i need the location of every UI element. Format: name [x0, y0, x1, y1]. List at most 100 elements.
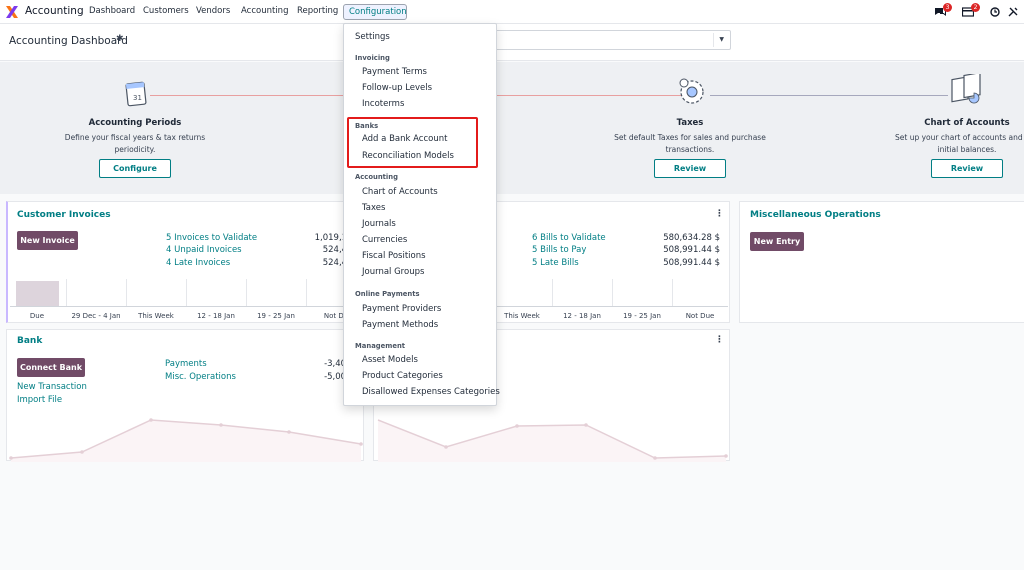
control-panel: Accounting Dashboard ✱ ▼: [0, 24, 1024, 61]
menu-item-journal-groups[interactable]: Journal Groups: [362, 267, 424, 277]
menu-item-incoterms[interactable]: Incoterms: [362, 99, 404, 109]
step-description: Set up your chart of accounts and re: [895, 133, 1024, 142]
search-input[interactable]: ▼: [495, 30, 731, 50]
card-title[interactable]: Miscellaneous Operations: [750, 210, 881, 220]
menu-item-taxes[interactable]: Taxes: [362, 203, 385, 213]
menu-accounting[interactable]: Accounting: [241, 6, 288, 16]
grid-line: [66, 279, 67, 307]
cash-balance-graph: [377, 419, 728, 462]
menu-item-asset-models[interactable]: Asset Models: [362, 355, 418, 365]
step-description: periodicity.: [114, 145, 156, 154]
caret-down-icon[interactable]: ▼: [719, 36, 724, 43]
menu-item-product-categories[interactable]: Product Categories: [362, 371, 443, 381]
step-description: Set default Taxes for sales and purchase: [614, 133, 766, 142]
tax-gears-icon: [679, 78, 704, 104]
menu-configuration-label: Configuration: [349, 7, 407, 17]
payments-link[interactable]: Payments: [165, 359, 207, 369]
kebab-menu-icon[interactable]: ⋮: [715, 209, 724, 219]
search-divider: [713, 33, 714, 47]
section-header-accounting: Accounting: [355, 173, 398, 181]
menu-item-fiscal-positions[interactable]: Fiscal Positions: [362, 251, 426, 261]
menu-item-currencies[interactable]: Currencies: [362, 235, 407, 245]
stat-value: 580,634.28 $: [663, 233, 720, 243]
app-name[interactable]: Accounting: [25, 5, 84, 17]
axis-label: 19 - 25 Jan: [257, 312, 295, 320]
configure-button[interactable]: Configure: [99, 159, 171, 178]
messages-badge: 3: [943, 3, 952, 12]
menu-item-follow-up-levels[interactable]: Follow-up Levels: [362, 83, 432, 93]
review-coa-button[interactable]: Review: [931, 159, 1003, 178]
section-header-management: Management: [355, 342, 406, 350]
unpaid-invoices-link[interactable]: 4 Unpaid Invoices: [166, 245, 242, 255]
axis-label: 12 - 18 Jan: [563, 312, 601, 320]
connect-bank-button[interactable]: Connect Bank: [17, 358, 85, 377]
grid-line: [672, 279, 673, 307]
gear-icon[interactable]: ✱: [116, 34, 124, 44]
step-chart-of-accounts: Chart of Accounts Set up your chart of a…: [884, 118, 1024, 156]
grid-line: [126, 279, 127, 307]
menu-item-payment-terms[interactable]: Payment Terms: [362, 67, 427, 77]
onboarding-panel: 31 Accounting Periods Define your fiscal…: [0, 62, 1024, 194]
bills-to-validate-link[interactable]: 6 Bills to Validate: [532, 233, 606, 243]
progress-line: [710, 95, 948, 96]
customer-invoices-card: Customer Invoices New Invoice 5 Invoices…: [6, 201, 366, 323]
menu-item-disallowed-expenses-categories[interactable]: Disallowed Expenses Categories: [362, 387, 500, 397]
axis-label: Due: [29, 312, 45, 320]
menu-configuration[interactable]: Configuration: [343, 4, 407, 20]
axis-label: 12 - 18 Jan: [197, 312, 235, 320]
axis-label: Not Due: [685, 312, 715, 320]
menu-item-journals[interactable]: Journals: [362, 219, 396, 229]
misc-operations-link[interactable]: Misc. Operations: [165, 372, 236, 382]
chart-baseline: [10, 306, 366, 307]
chart-bar-due[interactable]: [16, 281, 59, 306]
bank-card: Bank Connect Bank New Transaction Import…: [6, 329, 365, 462]
step-title: Chart of Accounts: [924, 118, 1010, 128]
late-bills-link[interactable]: 5 Late Bills: [532, 258, 579, 268]
menu-item-payment-providers[interactable]: Payment Providers: [362, 304, 441, 314]
tools-icon[interactable]: [1008, 7, 1018, 17]
import-file-link[interactable]: Import File: [17, 395, 62, 405]
menu-item-chart-of-accounts[interactable]: Chart of Accounts: [362, 187, 438, 197]
late-invoices-link[interactable]: 4 Late Invoices: [166, 258, 230, 268]
activities-badge: 2: [971, 3, 980, 12]
bank-balance-graph: [9, 418, 363, 462]
grid-line: [246, 279, 247, 307]
new-transaction-link[interactable]: New Transaction: [17, 382, 87, 392]
accounting-app-icon[interactable]: [6, 6, 18, 18]
bills-to-pay-link[interactable]: 5 Bills to Pay: [532, 245, 586, 255]
step-accounting-periods: Accounting Periods Define your fiscal ye…: [40, 118, 230, 156]
invoices-to-validate-link[interactable]: 5 Invoices to Validate: [166, 233, 257, 243]
page-title: Accounting Dashboard: [9, 35, 128, 47]
progress-line: [150, 95, 350, 96]
new-entry-button[interactable]: New Entry: [750, 232, 804, 251]
section-header-online-payments: Online Payments: [355, 290, 420, 298]
section-header-invoicing: Invoicing: [355, 54, 390, 62]
chart-of-accounts-icon: [951, 74, 981, 104]
review-taxes-button[interactable]: Review: [654, 159, 726, 178]
step-title: Taxes: [676, 118, 704, 128]
menu-item-payment-methods[interactable]: Payment Methods: [362, 320, 438, 330]
grid-line: [186, 279, 187, 307]
banks-highlight-box: [347, 117, 478, 168]
axis-label: 19 - 25 Jan: [623, 312, 661, 320]
calendar-icon: 31: [125, 81, 147, 107]
stat-value: 508,991.44 $: [663, 258, 720, 268]
menu-item-settings[interactable]: Settings: [355, 32, 390, 42]
new-invoice-button[interactable]: New Invoice: [17, 231, 78, 250]
card-title[interactable]: Bank: [17, 336, 42, 346]
svg-text:31: 31: [133, 94, 142, 102]
card-title[interactable]: Customer Invoices: [17, 210, 111, 220]
misc-operations-card: Miscellaneous Operations New Entry: [739, 201, 1024, 323]
menu-customers[interactable]: Customers: [143, 6, 189, 16]
menu-vendors[interactable]: Vendors: [196, 6, 230, 16]
axis-label: This Week: [504, 312, 540, 320]
menu-reporting[interactable]: Reporting: [297, 6, 338, 16]
clock-icon[interactable]: [990, 7, 1000, 17]
axis-label: This Week: [138, 312, 174, 320]
step-description: Define your fiscal years & tax returns: [64, 133, 206, 142]
step-title: Accounting Periods: [88, 118, 182, 128]
axis-label: 29 Dec - 4 Jan: [71, 312, 121, 320]
top-navbar: Accounting Dashboard Customers Vendors A…: [0, 0, 1024, 24]
menu-dashboard[interactable]: Dashboard: [89, 6, 135, 16]
kebab-menu-icon[interactable]: ⋮: [715, 335, 724, 345]
